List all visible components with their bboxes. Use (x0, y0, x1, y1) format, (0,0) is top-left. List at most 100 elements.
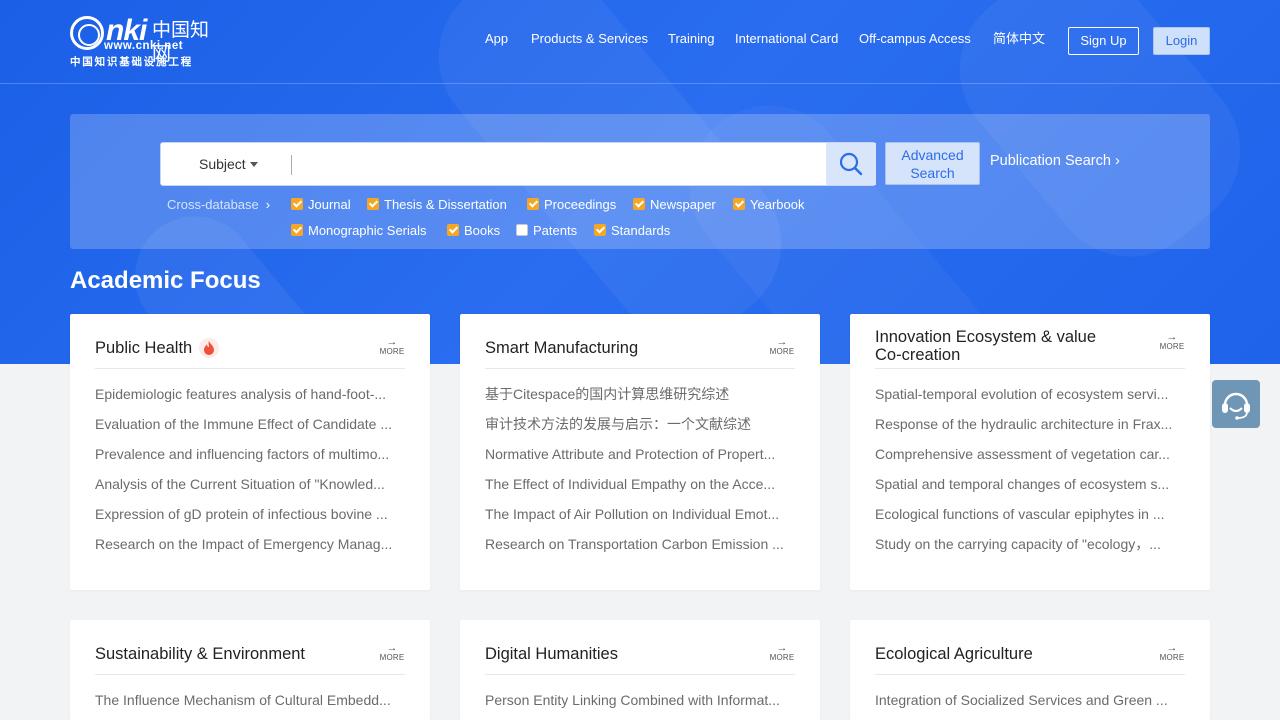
article-link[interactable]: Ecological functions of vascular epiphyt… (875, 504, 1185, 534)
db-label: Proceedings (544, 196, 617, 212)
db-checkbox-books[interactable]: Books (447, 222, 500, 238)
top-header: nki 中国知网 www.cnki.net 中国知识基础设施工程 App Pro… (0, 0, 1280, 84)
advanced-search-button[interactable]: Advanced Search (885, 142, 980, 185)
article-link[interactable]: Comprehensive assessment of vegetation c… (875, 444, 1185, 474)
chevron-right-icon: › (1110, 153, 1120, 169)
publication-search-link[interactable]: Publication Search › (990, 153, 1120, 169)
arrow-right-icon: → (386, 336, 398, 348)
db-checkbox-thesis[interactable]: Thesis & Dissertation (367, 196, 507, 212)
signup-button[interactable]: Sign Up (1068, 27, 1139, 55)
logo-subtitle: 中国知识基础设施工程 (70, 56, 193, 68)
db-checkbox-monographic-serials[interactable]: Monographic Serials (291, 222, 427, 238)
search-box: Subject (160, 142, 876, 186)
article-link[interactable]: Study on the carrying capacity of "ecolo… (875, 534, 1185, 564)
nav-training[interactable]: Training (668, 31, 714, 47)
more-label: MORE (379, 653, 405, 662)
db-label: Yearbook (750, 196, 805, 212)
card-header: Innovation Ecosystem & value Co-creation… (875, 314, 1185, 369)
db-checkbox-yearbook[interactable]: Yearbook (733, 196, 804, 212)
customer-service-button[interactable] (1212, 380, 1260, 428)
article-link[interactable]: Analysis of the Current Situation of "Kn… (95, 474, 405, 504)
search-divider (291, 155, 292, 175)
article-link[interactable]: Spatial-temporal evolution of ecosystem … (875, 384, 1185, 414)
caret-down-icon (250, 162, 258, 167)
article-link[interactable]: Normative Attribute and Protection of Pr… (485, 444, 795, 474)
article-link[interactable]: 审计技术方法的发展与启示：一个文献综述 (485, 414, 795, 444)
db-checkbox-journal[interactable]: Journal (291, 196, 351, 212)
nav-off-campus-access[interactable]: Off-campus Access (859, 31, 971, 47)
more-link[interactable]: → MORE (1159, 332, 1185, 352)
article-link[interactable]: Prevalence and influencing factors of mu… (95, 444, 405, 474)
article-link[interactable]: Evaluation of the Immune Effect of Candi… (95, 414, 405, 444)
article-link[interactable]: Research on the Impact of Emergency Mana… (95, 534, 405, 564)
db-checkbox-proceedings[interactable]: Proceedings (527, 196, 616, 212)
more-link[interactable]: → MORE (379, 337, 405, 357)
article-link[interactable]: Research on Transportation Carbon Emissi… (485, 534, 795, 564)
customer-service-icon (1222, 392, 1250, 420)
db-checkbox-standards[interactable]: Standards (594, 222, 670, 238)
article-link[interactable]: 基于Citespace的国内计算思维研究综述 (485, 384, 795, 414)
db-label: Journal (308, 196, 351, 212)
cross-database-toggle[interactable]: Cross-database › (167, 197, 270, 212)
card-header: Digital Humanities → MORE (485, 620, 795, 675)
checkbox-checked-icon (633, 198, 645, 210)
db-checkbox-newspaper[interactable]: Newspaper (633, 196, 716, 212)
search-panel: Subject Advanced Search Publication Sear… (70, 114, 1210, 249)
db-checkbox-patents[interactable]: Patents (516, 222, 577, 238)
article-link[interactable]: The Influence Mechanism of Cultural Embe… (95, 690, 405, 720)
more-label: MORE (1159, 342, 1185, 351)
checkbox-unchecked-icon (516, 224, 528, 236)
search-input[interactable] (301, 149, 821, 179)
card-title[interactable]: Innovation Ecosystem & value Co-creation (875, 328, 1125, 364)
db-label: Patents (533, 222, 578, 238)
checkbox-checked-icon (594, 224, 606, 236)
card-title[interactable]: Public Health (95, 339, 192, 358)
card-title[interactable]: Smart Manufacturing (485, 339, 638, 358)
article-link[interactable]: Person Entity Linking Combined with Info… (485, 690, 795, 720)
db-label: Books (464, 222, 501, 238)
more-link[interactable]: → MORE (1159, 643, 1185, 663)
arrow-right-icon: → (776, 336, 788, 348)
checkbox-checked-icon (527, 198, 539, 210)
focus-card-innovation-ecosystem: Innovation Ecosystem & value Co-creation… (850, 314, 1210, 590)
card-title[interactable]: Ecological Agriculture (875, 645, 1033, 664)
card-title[interactable]: Sustainability & Environment (95, 645, 305, 664)
nav-language[interactable]: 简体中文 (993, 31, 1045, 47)
checkbox-checked-icon (367, 198, 379, 210)
arrow-right-icon: → (776, 642, 788, 654)
arrow-right-icon: → (1166, 642, 1178, 654)
card-title[interactable]: Digital Humanities (485, 645, 618, 664)
card-header: Sustainability & Environment → MORE (95, 620, 405, 675)
more-label: MORE (1159, 653, 1185, 662)
db-label: Standards (611, 222, 671, 238)
article-list: 基于Citespace的国内计算思维研究综述 审计技术方法的发展与启示：一个文献… (485, 384, 795, 564)
article-link[interactable]: Expression of gD protein of infectious b… (95, 504, 405, 534)
more-label: MORE (379, 347, 405, 356)
more-link[interactable]: → MORE (379, 643, 405, 663)
advanced-search-line2: Search (910, 165, 955, 181)
nav-app[interactable]: App (485, 31, 508, 47)
login-button[interactable]: Login (1153, 27, 1210, 55)
card-header: Smart Manufacturing → MORE (485, 314, 795, 369)
nav-international-card[interactable]: International Card (735, 31, 838, 47)
advanced-search-line1: Advanced (901, 147, 964, 163)
article-link[interactable]: Integration of Socialized Services and G… (875, 690, 1185, 720)
nav-products-services[interactable]: Products & Services (531, 31, 648, 47)
article-list: Integration of Socialized Services and G… (875, 690, 1185, 720)
article-link[interactable]: Response of the hydraulic architecture i… (875, 414, 1185, 444)
more-label: MORE (769, 653, 795, 662)
search-button[interactable] (826, 143, 876, 185)
article-link[interactable]: Epidemiologic features analysis of hand-… (95, 384, 405, 414)
focus-card-ecological-agriculture: Ecological Agriculture → MORE Integratio… (850, 620, 1210, 720)
checkbox-checked-icon (447, 224, 459, 236)
db-label: Monographic Serials (308, 222, 427, 238)
more-link[interactable]: → MORE (769, 337, 795, 357)
article-link[interactable]: The Impact of Air Pollution on Individua… (485, 504, 795, 534)
subject-dropdown[interactable]: Subject (161, 143, 291, 185)
fire-icon (199, 338, 219, 358)
article-list: Spatial-temporal evolution of ecosystem … (875, 384, 1185, 564)
focus-card-public-health: Public Health → MORE Epidemiologic featu… (70, 314, 430, 590)
article-link[interactable]: Spatial and temporal changes of ecosyste… (875, 474, 1185, 504)
more-link[interactable]: → MORE (769, 643, 795, 663)
article-link[interactable]: The Effect of Individual Empathy on the … (485, 474, 795, 504)
